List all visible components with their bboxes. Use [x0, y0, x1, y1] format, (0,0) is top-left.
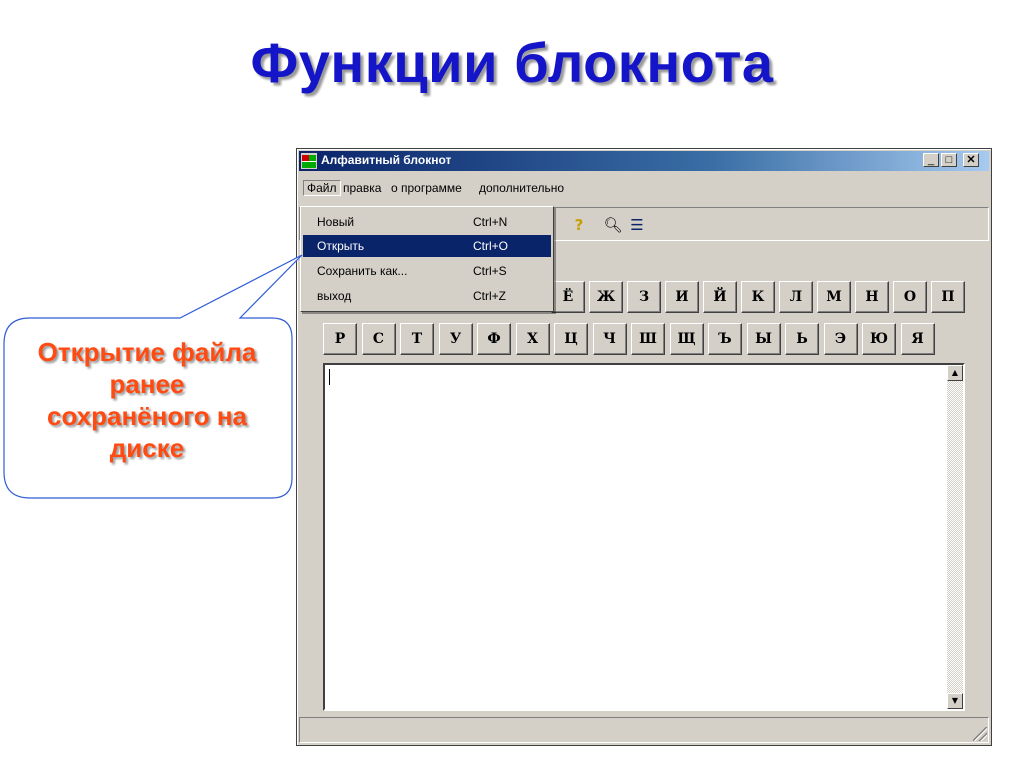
window-title: Алфавитный блокнот — [321, 153, 452, 167]
letter-button[interactable]: Ы — [746, 323, 781, 355]
menu-file[interactable]: Файл — [303, 180, 341, 196]
menu-edit[interactable]: правка — [343, 181, 381, 195]
scroll-down-button[interactable]: ▼ — [947, 693, 963, 709]
find-icon[interactable]: 🔍︎ — [602, 214, 624, 236]
letter-button[interactable]: Щ — [669, 323, 704, 355]
callout-text: Открытие файла ранее сохранёного на диск… — [4, 336, 290, 464]
slide-title: Функции блокнота — [250, 31, 774, 94]
menu-item-shortcut: Ctrl+N — [473, 215, 508, 229]
app-icon[interactable] — [301, 153, 317, 169]
letter-button[interactable]: К — [741, 281, 775, 313]
menu-item-save-as[interactable]: Сохранить как... Ctrl+S — [303, 260, 551, 282]
letter-button[interactable]: Ш — [631, 323, 665, 355]
help-icon[interactable]: ? — [568, 214, 590, 236]
maximize-button[interactable]: □ — [941, 153, 957, 167]
list-icon[interactable]: ☰ — [626, 214, 648, 236]
letter-button[interactable]: Й — [703, 281, 737, 313]
letter-button[interactable]: Н — [855, 281, 889, 313]
letter-button[interactable]: Ч — [592, 323, 627, 355]
menu-item-label: Новый — [317, 215, 355, 229]
menu-extra[interactable]: дополнительно — [479, 181, 564, 195]
text-editor[interactable]: ▲ ▼ — [323, 363, 965, 711]
vertical-scrollbar[interactable]: ▲ ▼ — [947, 365, 963, 709]
letter-button[interactable]: Р — [323, 323, 357, 355]
text-caret — [329, 369, 330, 385]
letter-button[interactable]: Ф — [477, 323, 511, 355]
callout-line: ранее — [109, 369, 185, 399]
menu-item-exit[interactable]: выход Ctrl+Z — [303, 285, 551, 307]
letter-button[interactable]: З — [627, 281, 661, 313]
letter-button[interactable]: У — [438, 323, 473, 355]
menu-item-label: выход — [317, 289, 352, 303]
status-bar — [299, 717, 989, 743]
letter-button[interactable]: И — [665, 281, 699, 313]
menu-item-shortcut: Ctrl+Z — [473, 289, 506, 303]
letter-button[interactable]: Ь — [785, 323, 819, 355]
menu-item-shortcut: Ctrl+O — [473, 239, 509, 253]
scroll-up-button[interactable]: ▲ — [947, 365, 963, 381]
letter-button[interactable]: Ж — [589, 281, 623, 313]
letter-button[interactable]: П — [931, 281, 965, 313]
callout-line: Открытие файла — [37, 337, 257, 367]
menu-item-label: Открыть — [317, 239, 365, 253]
callout-line: сохранёного на — [46, 401, 247, 431]
letter-button[interactable]: Ъ — [708, 323, 742, 355]
letter-button[interactable]: Ю — [862, 323, 896, 355]
menu-item-shortcut: Ctrl+S — [473, 264, 507, 278]
minimize-button[interactable]: _ — [923, 153, 939, 167]
letter-button[interactable]: Л — [779, 281, 813, 313]
letter-button[interactable]: Ё — [551, 281, 585, 313]
letter-button[interactable]: М — [817, 281, 851, 313]
letter-button[interactable]: С — [361, 323, 396, 355]
letter-button[interactable]: Я — [900, 323, 935, 355]
menu-item-open[interactable]: Открыть Ctrl+O — [303, 235, 551, 257]
menu-bar: Файл правка о программе дополнительно — [299, 179, 989, 199]
menu-about[interactable]: о программе — [391, 181, 462, 195]
close-button[interactable]: ✕ — [963, 153, 979, 167]
letter-button[interactable]: Ц — [554, 323, 588, 355]
resize-grip[interactable] — [973, 727, 987, 741]
letter-button[interactable]: Х — [515, 323, 550, 355]
title-bar[interactable]: Алфавитный блокнот _ □ ✕ — [299, 151, 989, 171]
callout-line: диске — [109, 433, 185, 463]
menu-item-new[interactable]: Новый Ctrl+N — [303, 211, 551, 233]
file-menu-dropdown: Новый Ctrl+N Открыть Ctrl+O Сохранить ка… — [300, 206, 554, 312]
menu-item-label: Сохранить как... — [317, 264, 408, 278]
letter-button[interactable]: Т — [400, 323, 434, 355]
letter-button[interactable]: Э — [823, 323, 858, 355]
letter-button[interactable]: О — [893, 281, 927, 313]
